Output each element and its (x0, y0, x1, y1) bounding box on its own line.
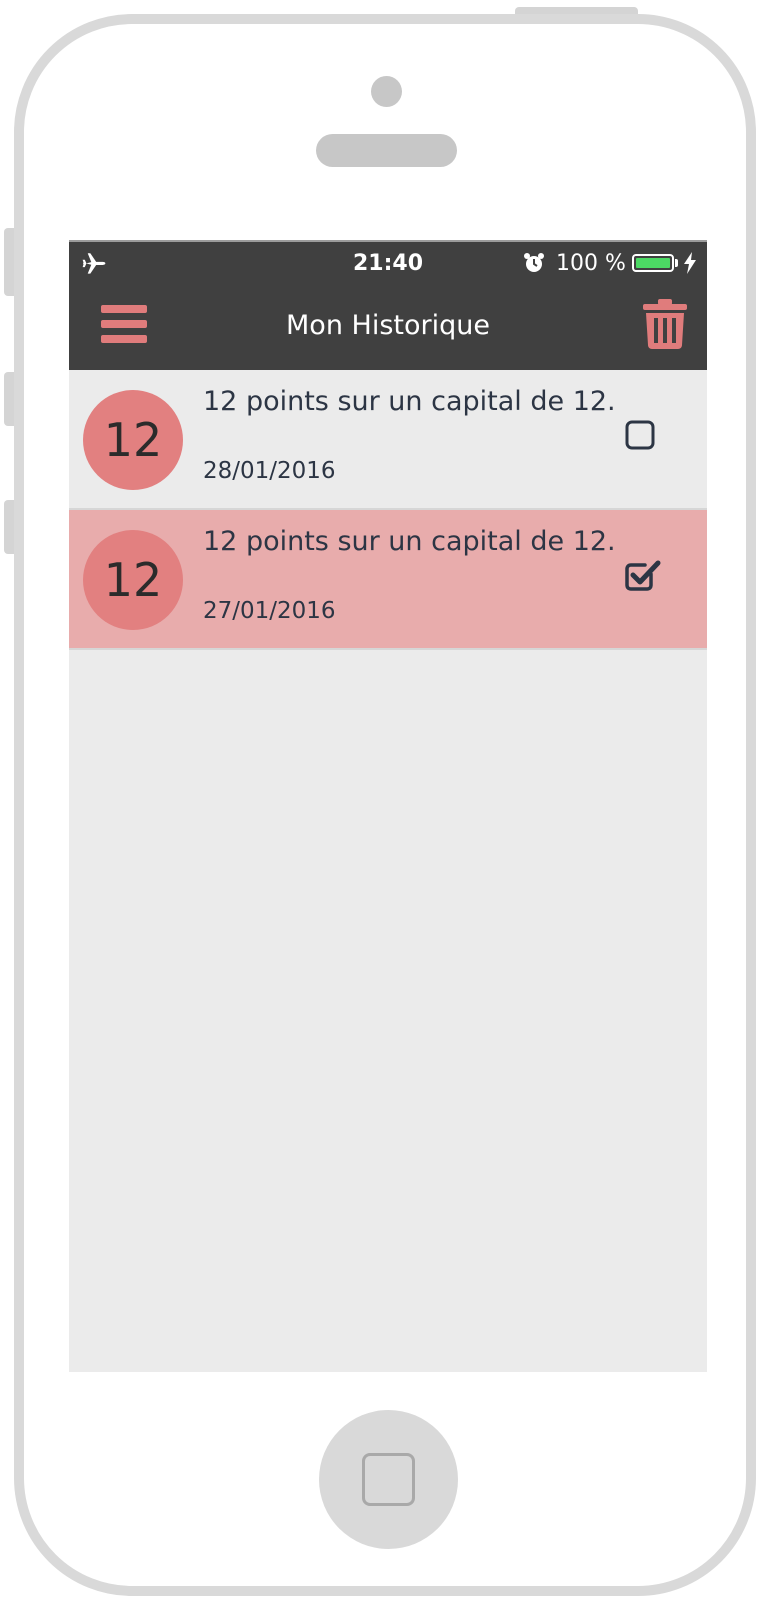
battery-percent: 100 % (556, 251, 626, 276)
battery-fill (636, 258, 670, 268)
history-row-date: 27/01/2016 (203, 598, 336, 624)
history-row-title: 12 points sur un capital de 12. (203, 526, 616, 557)
score-badge: 12 (83, 530, 183, 630)
battery-tip (675, 259, 678, 267)
home-button[interactable] (319, 1410, 458, 1549)
history-row-title: 12 points sur un capital de 12. (203, 386, 616, 417)
history-row-date: 28/01/2016 (203, 458, 336, 484)
battery-icon (632, 254, 674, 272)
front-camera (371, 76, 402, 107)
history-list: 12 12 points sur un capital de 12. 28/01… (69, 370, 707, 650)
earpiece-speaker (316, 134, 457, 167)
status-bar: 21:40 100 % (69, 242, 707, 284)
nav-bar: Mon Historique (69, 284, 707, 370)
checkbox-checked-icon[interactable] (625, 560, 661, 592)
score-badge: 12 (83, 390, 183, 490)
alarm-icon (524, 253, 544, 272)
checkbox-unchecked-icon[interactable] (625, 420, 655, 450)
history-row[interactable]: 12 12 points sur un capital de 12. 27/01… (69, 510, 707, 650)
phone-screen: 21:40 100 % Mon Historique 12 12 points … (69, 240, 707, 1372)
home-button-square-icon (362, 1453, 415, 1506)
history-row[interactable]: 12 12 points sur un capital de 12. 28/01… (69, 370, 707, 510)
page-title: Mon Historique (286, 310, 490, 341)
charging-bolt-icon (684, 252, 696, 274)
trash-icon[interactable] (643, 299, 687, 349)
